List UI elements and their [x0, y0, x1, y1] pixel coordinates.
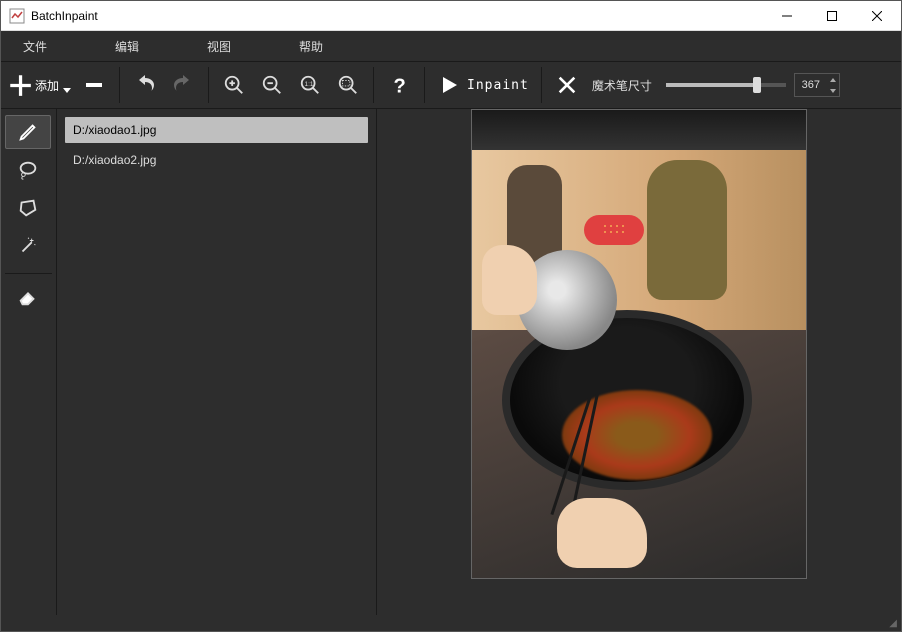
list-item[interactable]: D:/xiaodao2.jpg [65, 147, 368, 173]
brush-size-value[interactable]: 367 [795, 74, 827, 96]
separator [424, 67, 425, 103]
lasso-tool[interactable] [5, 153, 51, 187]
file-list: D:/xiaodao1.jpg D:/xiaodao2.jpg [57, 109, 377, 615]
add-label: 添加 [35, 77, 59, 94]
menu-help[interactable]: 帮助 [285, 32, 337, 61]
preview-image[interactable] [471, 109, 807, 579]
remove-button[interactable] [77, 68, 111, 102]
titlebar[interactable]: BatchInpaint [1, 1, 901, 31]
resize-grip-icon[interactable]: ◢ [889, 618, 897, 629]
svg-text:1:1: 1:1 [305, 81, 314, 88]
minimize-button[interactable] [764, 1, 809, 30]
play-icon [437, 73, 461, 97]
separator [208, 67, 209, 103]
content-area: D:/xiaodao1.jpg D:/xiaodao2.jpg [1, 109, 901, 615]
menubar: 文件 编辑 视图 帮助 [1, 31, 901, 61]
svg-text:?: ? [394, 75, 406, 96]
menu-file[interactable]: 文件 [9, 32, 61, 61]
canvas-viewport[interactable] [377, 109, 901, 615]
spin-up-button[interactable] [827, 74, 839, 85]
zoom-in-button[interactable] [217, 68, 251, 102]
menu-edit[interactable]: 编辑 [101, 32, 153, 61]
brush-size-spinbox[interactable]: 367 [794, 73, 840, 97]
chevron-down-icon[interactable] [63, 88, 71, 93]
close-button[interactable] [854, 1, 899, 30]
separator [373, 67, 374, 103]
separator [119, 67, 120, 103]
marker-tool[interactable] [5, 115, 51, 149]
statusbar: ◢ [1, 615, 901, 631]
maximize-button[interactable] [809, 1, 854, 30]
inpaint-mask [584, 215, 644, 245]
separator [541, 67, 542, 103]
redo-button[interactable] [166, 68, 200, 102]
toolbar: 添加 1:1 ? Inpaint 魔术笔尺寸 367 [1, 61, 901, 109]
zoom-out-button[interactable] [255, 68, 289, 102]
list-item[interactable]: D:/xiaodao1.jpg [65, 117, 368, 143]
add-button[interactable]: 添加 [7, 72, 71, 98]
eraser-tool[interactable] [5, 280, 51, 314]
app-icon [9, 8, 25, 24]
slider-thumb[interactable] [753, 77, 761, 93]
polygon-tool[interactable] [5, 191, 51, 225]
inpaint-label: Inpaint [467, 78, 529, 93]
magic-wand-tool[interactable] [5, 229, 51, 263]
tool-dock [1, 109, 57, 615]
cancel-button[interactable] [550, 68, 584, 102]
brush-size-slider[interactable] [666, 83, 786, 87]
window-title: BatchInpaint [31, 9, 764, 23]
help-button[interactable]: ? [382, 68, 416, 102]
app-window: BatchInpaint 文件 编辑 视图 帮助 添加 1:1 ? [0, 0, 902, 632]
inpaint-button[interactable]: Inpaint [437, 73, 529, 97]
spin-down-button[interactable] [827, 85, 839, 96]
separator [5, 273, 52, 274]
menu-view[interactable]: 视图 [193, 32, 245, 61]
brush-size-label: 魔术笔尺寸 [592, 77, 652, 94]
zoom-fit-button[interactable] [331, 68, 365, 102]
zoom-11-button[interactable]: 1:1 [293, 68, 327, 102]
undo-button[interactable] [128, 68, 162, 102]
